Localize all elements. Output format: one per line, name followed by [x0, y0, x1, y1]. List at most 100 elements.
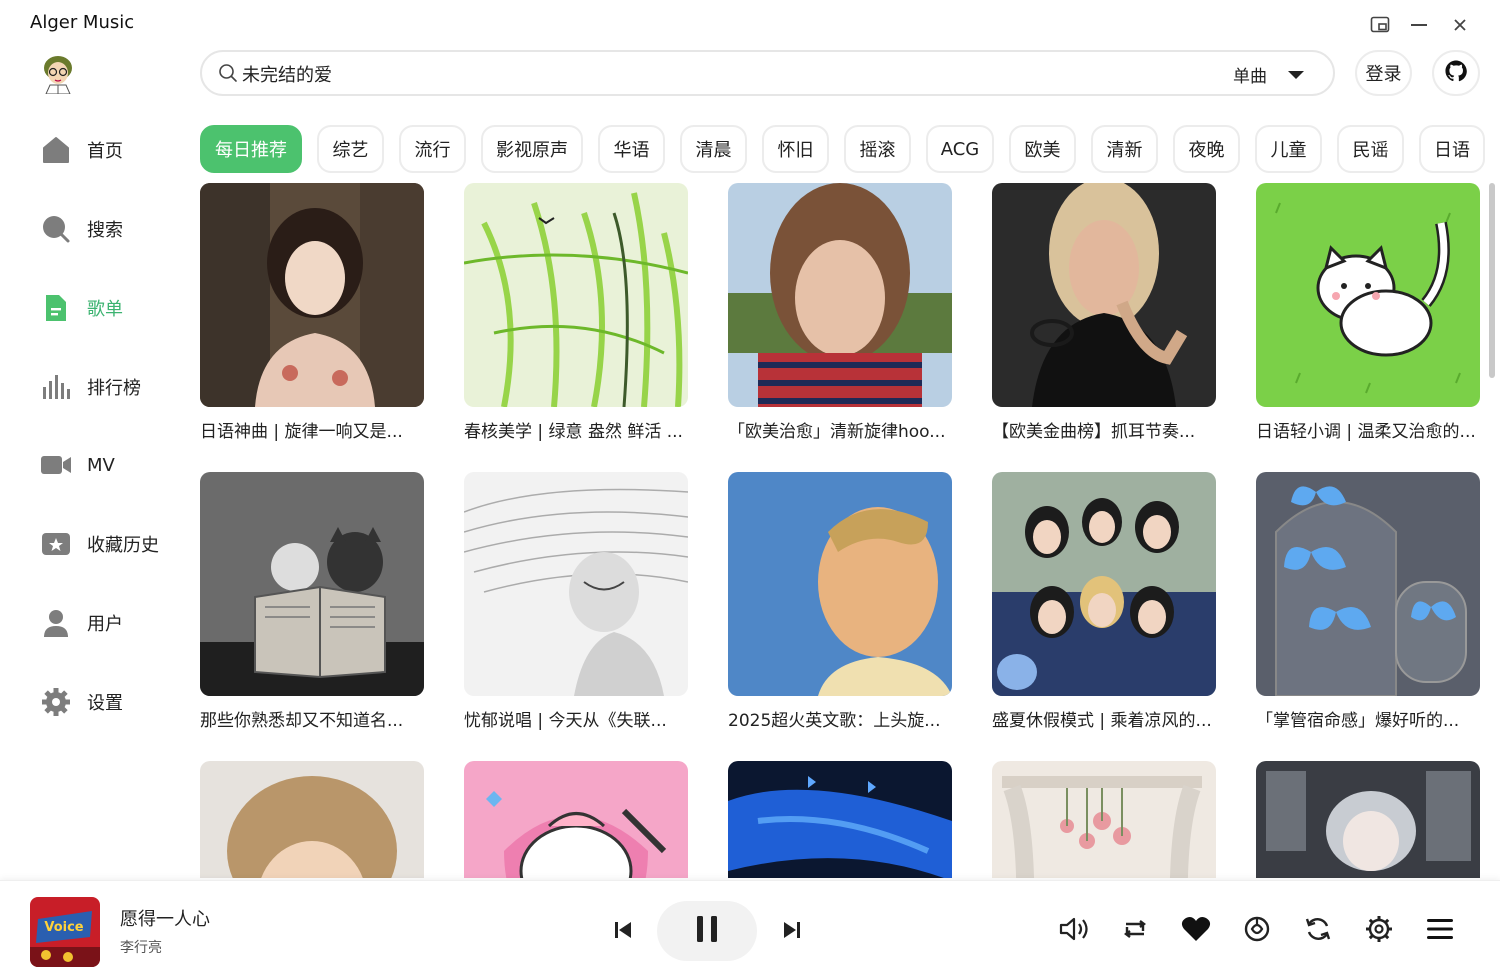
star-icon: [40, 528, 72, 560]
playlist-card[interactable]: 盛夏休假模式 | 乘着凉风的...: [992, 472, 1216, 731]
playlist-card[interactable]: 日语神曲 | 旋律一响又是...: [200, 183, 424, 442]
playlist-cover[interactable]: [992, 183, 1216, 407]
playlist-card[interactable]: [200, 761, 424, 878]
category-acg[interactable]: ACG: [926, 125, 994, 173]
now-playing-title: 愿得一人心: [120, 909, 210, 930]
next-button[interactable]: [779, 919, 805, 945]
now-playing-cover[interactable]: Voice: [30, 897, 100, 967]
playlist-cover[interactable]: [728, 761, 952, 878]
playlist-cover[interactable]: [200, 472, 424, 696]
refresh-icon: [1304, 915, 1332, 947]
playlist-card[interactable]: 日语轻小调 | 温柔又治愈的...: [1256, 183, 1480, 442]
player-settings-button[interactable]: [1363, 915, 1395, 947]
playlist-cover[interactable]: [992, 761, 1216, 878]
like-button[interactable]: [1180, 915, 1212, 947]
search-input[interactable]: [242, 61, 1202, 87]
playlist-menu-button[interactable]: [1424, 915, 1456, 947]
sidebar-item-label: 设置: [87, 693, 123, 714]
category-pop[interactable]: 流行: [399, 125, 466, 173]
sidebar-item-label: 收藏历史: [87, 535, 159, 556]
search-bar: 单曲: [200, 50, 1335, 96]
playlist-cover[interactable]: [200, 183, 424, 407]
gear-icon: [40, 686, 72, 718]
pip-icon[interactable]: [1367, 12, 1393, 38]
sidebar-item-user[interactable]: 用户: [40, 601, 190, 645]
video-icon: [40, 449, 72, 481]
chart-icon: [40, 371, 72, 403]
playlist-title: 日语轻小调 | 温柔又治愈的...: [1256, 422, 1476, 442]
repeat-button[interactable]: [1119, 915, 1151, 947]
playlist-icon: [40, 292, 72, 324]
skip-next-icon: [782, 920, 802, 944]
category-fresh[interactable]: 清新: [1091, 125, 1158, 173]
volume-icon: [1059, 916, 1089, 946]
minimize-icon[interactable]: [1406, 12, 1432, 38]
github-button[interactable]: [1432, 50, 1480, 96]
pause-button[interactable]: [657, 901, 757, 961]
login-button[interactable]: 登录: [1355, 50, 1412, 96]
app-title: Alger Music: [30, 12, 135, 33]
sidebar-item-playlist[interactable]: 歌单: [40, 286, 190, 330]
volume-button[interactable]: [1058, 915, 1090, 947]
previous-button[interactable]: [610, 919, 636, 945]
category-japanese[interactable]: 日语: [1419, 125, 1485, 173]
playlist-card[interactable]: 2025超火英文歌：上头旋...: [728, 472, 952, 731]
playlist-title: 2025超火英文歌：上头旋...: [728, 711, 941, 731]
playlist-title: 日语神曲 | 旋律一响又是...: [200, 422, 403, 442]
category-soundtrack[interactable]: 影视原声: [481, 125, 583, 173]
playlist-cover[interactable]: [464, 761, 688, 878]
sidebar-item-search[interactable]: 搜索: [40, 207, 190, 251]
reload-button[interactable]: [1302, 915, 1334, 947]
sidebar-item-mv[interactable]: MV: [40, 443, 190, 487]
playlist-card[interactable]: [464, 761, 688, 878]
playlist-title: 忧郁说唱 | 今天从《失联...: [464, 711, 667, 731]
sidebar-item-rank[interactable]: 排行榜: [40, 365, 190, 409]
sidebar-item-favorites[interactable]: 收藏历史: [40, 522, 190, 566]
sidebar-item-label: MV: [87, 454, 115, 476]
search-icon: [218, 63, 238, 87]
category-night[interactable]: 夜晚: [1173, 125, 1240, 173]
playlist-cover[interactable]: [200, 761, 424, 878]
heart-icon: [1181, 916, 1211, 946]
heart-pulse-icon: [1243, 915, 1271, 947]
playlist-title: 春核美学 | 绿意 盎然 鲜活 ...: [464, 422, 683, 442]
sidebar-item-home[interactable]: 首页: [40, 128, 190, 172]
playlist-card[interactable]: 【欧美金曲榜】抓耳节奏...: [992, 183, 1216, 442]
playlist-cover[interactable]: [728, 183, 952, 407]
playlist-card[interactable]: 那些你熟悉却又不知道名...: [200, 472, 424, 731]
playlist-card[interactable]: 「掌管宿命感」爆好听的...: [1256, 472, 1480, 731]
now-playing-artist: 李行亮: [120, 940, 162, 956]
playlist-cover[interactable]: [464, 472, 688, 696]
playlist-card[interactable]: [992, 761, 1216, 878]
category-folk[interactable]: 民谣: [1337, 125, 1404, 173]
category-morning[interactable]: 清晨: [680, 125, 747, 173]
playlist-cover[interactable]: [1256, 472, 1480, 696]
category-daily[interactable]: 每日推荐: [200, 125, 302, 173]
sidebar-item-label: 搜索: [87, 220, 123, 241]
category-western[interactable]: 欧美: [1009, 125, 1076, 173]
playlist-card[interactable]: 「欧美治愈」清新旋律hoo...: [728, 183, 952, 442]
search-type-select[interactable]: 单曲: [1233, 62, 1305, 87]
playlist-card[interactable]: [1256, 761, 1480, 878]
playlist-cover[interactable]: [1256, 761, 1480, 878]
skip-previous-icon: [613, 920, 633, 944]
gear-icon: [1365, 915, 1393, 947]
playlist-cover[interactable]: [464, 183, 688, 407]
category-rock[interactable]: 摇滚: [844, 125, 911, 173]
playlist-cover[interactable]: [992, 472, 1216, 696]
category-nostalgia[interactable]: 怀旧: [762, 125, 829, 173]
category-variety[interactable]: 综艺: [317, 125, 384, 173]
intelligence-mode-button[interactable]: [1241, 915, 1273, 947]
category-kids[interactable]: 儿童: [1255, 125, 1322, 173]
playlist-card[interactable]: 春核美学 | 绿意 盎然 鲜活 ...: [464, 183, 688, 442]
playlist-card[interactable]: 忧郁说唱 | 今天从《失联...: [464, 472, 688, 731]
close-icon[interactable]: [1447, 12, 1473, 38]
playlist-card[interactable]: [728, 761, 952, 878]
playlist-cover[interactable]: [728, 472, 952, 696]
avatar[interactable]: [40, 54, 76, 95]
player-bar: Voice 愿得一人心 李行亮: [0, 880, 1500, 978]
playlist-cover[interactable]: [1256, 183, 1480, 407]
category-chinese[interactable]: 华语: [598, 125, 665, 173]
sidebar-item-settings[interactable]: 设置: [40, 680, 190, 724]
scrollbar[interactable]: [1489, 183, 1495, 378]
